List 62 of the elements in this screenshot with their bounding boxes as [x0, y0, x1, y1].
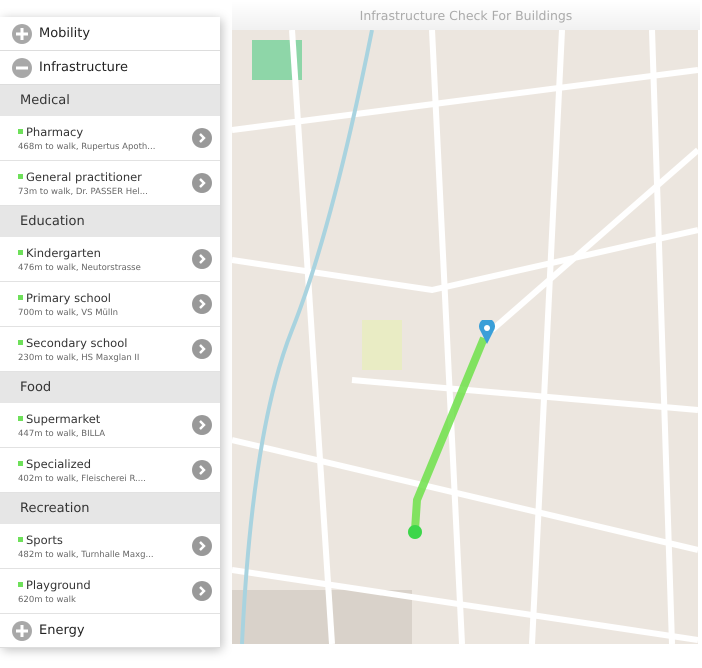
chevron-button[interactable] [192, 173, 212, 193]
chevron-button[interactable] [192, 415, 212, 435]
item-detail: 700m to walk, VS Mülln [18, 308, 118, 318]
category-header: Recreation [0, 493, 220, 524]
category-header: Medical [0, 85, 220, 116]
item-detail: 476m to walk, Neutorstrasse [18, 262, 141, 272]
item-detail: 468m to walk, Rupertus Apoth... [18, 142, 156, 152]
section-header[interactable]: Mobility [0, 17, 220, 51]
list-item[interactable]: Primary school 700m to walk, VS Mülln [0, 282, 220, 327]
minus-icon [12, 58, 32, 78]
status-square-icon [18, 340, 23, 345]
list-item[interactable]: Kindergarten 476m to walk, Neutorstrasse [0, 237, 220, 282]
chevron-button[interactable] [192, 128, 212, 148]
section-header[interactable]: Energy [0, 614, 220, 648]
status-square-icon [18, 250, 23, 255]
item-name: Supermarket [26, 412, 100, 426]
status-square-icon [18, 582, 23, 587]
plus-icon [12, 620, 32, 640]
status-square-icon [18, 461, 23, 466]
item-name: Secondary school [26, 336, 128, 350]
list-item[interactable]: Supermarket 447m to walk, BILLA [0, 403, 220, 448]
item-detail: 482m to walk, Turnhalle Maxg... [18, 550, 154, 560]
section-header[interactable]: Infrastructure [0, 51, 220, 85]
plus-icon [12, 24, 32, 44]
chevron-right-icon [197, 133, 207, 143]
chevron-right-icon [197, 465, 207, 475]
street-map-drawing[interactable] [232, 30, 698, 644]
chevron-right-icon [197, 344, 207, 354]
list-item[interactable]: Pharmacy 468m to walk, Rupertus Apoth... [0, 116, 220, 161]
chevron-right-icon [197, 586, 207, 596]
status-square-icon [18, 174, 23, 179]
chevron-button[interactable] [192, 581, 212, 601]
chevron-button[interactable] [192, 294, 212, 314]
chevron-right-icon [197, 254, 207, 264]
chevron-button[interactable] [192, 460, 212, 480]
chevron-button[interactable] [192, 339, 212, 359]
chevron-button[interactable] [192, 249, 212, 269]
category-header: Education [0, 206, 220, 237]
item-name: Specialized [26, 456, 92, 470]
item-name: Playground [26, 578, 91, 592]
item-detail: 447m to walk, BILLA [18, 428, 106, 438]
chevron-right-icon [197, 541, 207, 551]
category-header: Food [0, 372, 220, 403]
status-square-icon [18, 416, 23, 421]
status-square-icon [18, 129, 23, 134]
list-item[interactable]: Sports 482m to walk, Turnhalle Maxg... [0, 524, 220, 569]
chevron-right-icon [197, 299, 207, 309]
item-detail: 620m to walk [18, 594, 77, 604]
item-name: Primary school [26, 290, 111, 304]
chevron-right-icon [197, 420, 207, 430]
item-name: Kindergarten [26, 246, 101, 260]
chevron-button[interactable] [192, 536, 212, 556]
status-square-icon [18, 295, 23, 300]
item-name: Sports [26, 532, 63, 546]
status-square-icon [18, 537, 23, 542]
item-detail: 402m to walk, Fleischerei R.... [18, 474, 146, 484]
item-name: Pharmacy [26, 124, 84, 138]
item-name: General practitioner [26, 170, 142, 184]
chevron-right-icon [197, 178, 207, 188]
item-detail: 73m to walk, Dr. PASSER Hel... [18, 186, 148, 196]
item-detail: 230m to walk, HS Maxglan II [18, 352, 140, 362]
location-pin-icon [479, 320, 495, 344]
